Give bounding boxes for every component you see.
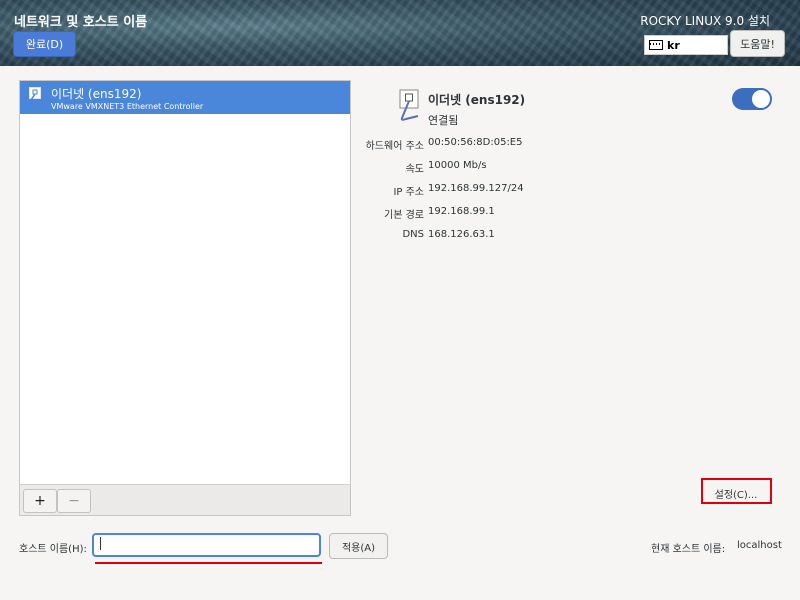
device-status: 연결됨 <box>428 114 459 127</box>
network-device-icon <box>29 87 41 101</box>
header-texture <box>0 0 800 66</box>
dns-label: DNS <box>402 229 424 240</box>
remove-device-button[interactable]: − <box>57 489 91 513</box>
header-banner: 네트워크 및 호스트 이름 완료(D) ROCKY LINUX 9.0 설치 k… <box>0 0 800 66</box>
ip-address-label: IP 주소 <box>393 187 424 198</box>
keyboard-layout-label: kr <box>667 38 680 52</box>
hardware-address-value: 00:50:56:8D:05:E5 <box>428 137 523 148</box>
device-name: 이더넷 (ens192) <box>428 93 526 107</box>
ip-address-value: 192.168.99.127/24 <box>428 183 524 194</box>
help-button[interactable]: 도움말! <box>730 30 785 57</box>
speed-value: 10000 Mb/s <box>428 160 487 171</box>
default-route-label: 기본 경로 <box>384 210 424 221</box>
speed-label: 속도 <box>405 164 424 175</box>
hostname-label: 호스트 이름(H): <box>19 544 87 555</box>
add-device-button[interactable]: + <box>23 489 57 513</box>
hostname-input[interactable] <box>92 533 321 557</box>
device-list-panel: 이더넷 (ens192) VMware VMXNET3 Ethernet Con… <box>19 80 351 516</box>
hardware-address-label: 하드웨어 주소 <box>365 141 424 152</box>
device-list-name: 이더넷 (ens192) <box>51 87 142 101</box>
default-route-value: 192.168.99.1 <box>428 206 495 217</box>
product-title: ROCKY LINUX 9.0 설치 <box>640 14 770 28</box>
current-hostname-value: localhost <box>737 540 782 551</box>
toggle-knob <box>752 90 770 108</box>
device-enable-toggle[interactable] <box>732 88 772 110</box>
list-item[interactable]: 이더넷 (ens192) VMware VMXNET3 Ethernet Con… <box>20 81 350 114</box>
list-toolbar: + − <box>20 484 350 515</box>
current-hostname-label: 현재 호스트 이름: <box>651 544 726 555</box>
page-title: 네트워크 및 호스트 이름 <box>14 15 148 30</box>
highlight-underline <box>95 562 322 564</box>
apply-button[interactable]: 적용(A) <box>329 533 388 559</box>
keyboard-layout-indicator[interactable]: kr <box>644 35 728 55</box>
keyboard-icon <box>649 40 663 50</box>
dns-value: 168.126.63.1 <box>428 229 495 240</box>
network-device-icon <box>399 89 419 121</box>
done-button[interactable]: 완료(D) <box>13 31 76 57</box>
device-list-description: VMware VMXNET3 Ethernet Controller <box>51 102 204 111</box>
settings-button[interactable]: 설정(C)... <box>707 483 765 503</box>
